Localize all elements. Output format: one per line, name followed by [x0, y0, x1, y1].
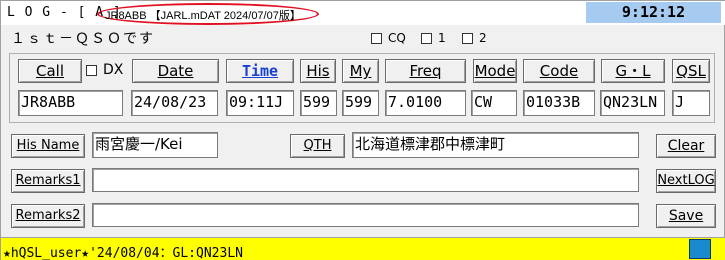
mode-field[interactable]: CW: [471, 90, 517, 116]
dx-checkbox[interactable]: DX: [86, 62, 123, 78]
dx-label: DX: [103, 62, 124, 78]
log-window: L O G - [ A ] JR8ABB 【JARL.mDAT 2024/07/…: [0, 0, 725, 260]
qsl-2-checkbox[interactable]: 2: [462, 31, 487, 45]
qsl-field[interactable]: J: [672, 90, 710, 116]
qsl-button[interactable]: QSL: [672, 59, 710, 83]
clock-display: 9:12:12: [586, 2, 721, 23]
his-rst-field[interactable]: 599: [300, 90, 337, 116]
checkbox-label: CQ: [388, 31, 406, 45]
remarks1-button[interactable]: Remarks1: [11, 169, 85, 193]
call-field[interactable]: JR8ABB: [18, 90, 123, 116]
time-field[interactable]: 09:11J: [226, 90, 294, 116]
app-icon: [689, 239, 711, 259]
gl-button[interactable]: G・L: [601, 59, 665, 83]
version-label: JR8ABB 【JARL.mDAT 2024/07/07版】: [105, 10, 301, 22]
time-button[interactable]: Time: [226, 59, 294, 83]
my-rst-field[interactable]: 599: [342, 90, 379, 116]
checkbox-label: 1: [438, 31, 446, 45]
checkbox-box[interactable]: [371, 32, 382, 44]
his-name-field[interactable]: 雨宮慶一/Kei: [92, 132, 218, 158]
qth-field[interactable]: 北海道標津郡中標津町: [352, 132, 639, 158]
checkbox-box[interactable]: [462, 32, 473, 44]
save-button[interactable]: Save: [656, 204, 716, 228]
next-log-button[interactable]: NextLOG: [656, 169, 716, 193]
code-button[interactable]: Code: [523, 59, 595, 83]
mode-button[interactable]: Mode: [473, 59, 517, 83]
code-field[interactable]: 01033B: [523, 90, 595, 116]
call-button[interactable]: Call: [18, 59, 82, 83]
his-button[interactable]: His: [300, 59, 336, 83]
remarks2-button[interactable]: Remarks2: [11, 204, 85, 228]
checkbox-label: 2: [479, 31, 487, 45]
checkbox-box[interactable]: [421, 32, 432, 44]
qsl-cq-checkbox[interactable]: CQ: [371, 31, 406, 45]
checkbox-box[interactable]: [86, 64, 97, 76]
date-button[interactable]: Date: [132, 59, 219, 83]
date-field[interactable]: 24/08/23: [131, 90, 218, 116]
my-button[interactable]: My: [342, 59, 379, 83]
gl-field[interactable]: QN23LN: [600, 90, 665, 116]
status-bar: ★hQSL_user★'24/08/04：GL:QN23LN: [1, 237, 725, 260]
remarks2-field[interactable]: [92, 203, 639, 227]
remarks1-field[interactable]: [92, 168, 639, 192]
clear-button[interactable]: Clear: [656, 134, 716, 158]
titlebar: L O G - [ A ] JR8ABB 【JARL.mDAT 2024/07/…: [1, 1, 725, 25]
qsl-1-checkbox[interactable]: 1: [421, 31, 446, 45]
freq-button[interactable]: Freq: [385, 59, 466, 83]
qth-button[interactable]: QTH: [290, 134, 345, 158]
freq-field[interactable]: 7.0100: [385, 90, 466, 116]
status-message: １ｓｔ－ＱＳＯです: [11, 31, 155, 47]
his-name-button[interactable]: His Name: [11, 134, 85, 158]
status-bar-text: ★hQSL_user★'24/08/04：GL:QN23LN: [3, 246, 243, 260]
